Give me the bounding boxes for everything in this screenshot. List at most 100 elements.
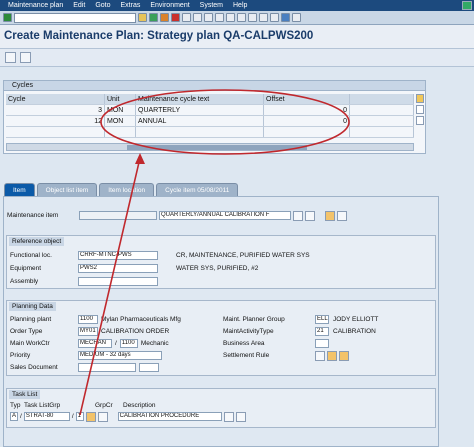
cancel-icon[interactable]: [171, 13, 180, 22]
save-icon[interactable]: [138, 13, 147, 22]
first-page-icon[interactable]: [215, 13, 224, 22]
overview-icon[interactable]: [5, 52, 16, 63]
shortcut-icon[interactable]: [270, 13, 279, 22]
exit-icon[interactable]: [160, 13, 169, 22]
cell-cycle[interactable]: 12: [6, 116, 105, 126]
next-page-icon[interactable]: [237, 13, 246, 22]
horizontal-scrollbar[interactable]: [6, 143, 414, 151]
menu-goto[interactable]: Goto: [91, 0, 114, 11]
planner-group-field[interactable]: ELL: [315, 315, 329, 324]
task-list-group-counter-field[interactable]: 1: [75, 412, 84, 421]
main-workcenter-description: Mechanic: [140, 340, 169, 347]
cell-offset[interactable]: 0: [264, 105, 350, 115]
menu-edit[interactable]: Edit: [69, 0, 89, 11]
maintenance-item-number-field[interactable]: [79, 211, 157, 220]
scrollbar-thumb[interactable]: [127, 145, 307, 150]
table-tools: [416, 94, 424, 140]
priority-dropdown[interactable]: MEDIUM - 32 days: [78, 351, 162, 360]
long-text-icon[interactable]: [293, 210, 303, 221]
tab-cycle-item[interactable]: Cycle item 05/08/2011: [156, 183, 239, 196]
cell-offset[interactable]: [264, 127, 350, 137]
equipment-field[interactable]: PWS2: [78, 264, 158, 273]
task-list-heading: Task List: [9, 390, 41, 399]
sales-document-field[interactable]: [78, 363, 136, 372]
scroll-down-icon[interactable]: [416, 116, 424, 125]
sales-document-item-field[interactable]: [139, 363, 159, 372]
activity-type-field[interactable]: 21: [315, 327, 329, 336]
sales-document-label: Sales Document: [10, 364, 58, 371]
table-row[interactable]: [6, 127, 414, 138]
functional-location-description: CR, MAINTENANCE, PURIFIED WATER SYS: [176, 252, 310, 259]
display-icon[interactable]: [305, 210, 315, 221]
functional-location-field[interactable]: CRRF-MTNC-PWS: [78, 251, 158, 260]
task-list-display-icon[interactable]: [97, 411, 108, 422]
copy-icon[interactable]: [325, 210, 335, 221]
menu-environment[interactable]: Environment: [146, 0, 193, 11]
task-list-edit-icon[interactable]: [223, 411, 234, 422]
cell-cycle[interactable]: 3: [6, 105, 105, 115]
priority-row: Priority MEDIUM - 32 days: [10, 350, 162, 361]
cell-offset[interactable]: 0: [264, 116, 350, 126]
details-icon[interactable]: [20, 52, 31, 63]
equipment-row: Equipment PWS2 WATER SYS, PURIFIED, #2: [10, 263, 258, 274]
new-session-icon[interactable]: [259, 13, 268, 22]
workcenter-separator: /: [115, 340, 117, 347]
menu-system[interactable]: System: [196, 0, 227, 11]
task-list-header-row: Typ Task ListGrp GrpCr Description: [10, 400, 156, 411]
cell-cycle-text[interactable]: ANNUAL: [136, 116, 264, 126]
print-icon[interactable]: [182, 13, 191, 22]
maintenance-item-text-field[interactable]: QUARTERLY/ANNUAL CALIBRATION F: [159, 211, 291, 220]
task-list-group-field[interactable]: STRAT-80: [23, 412, 70, 421]
cell-blank: [350, 116, 414, 126]
table-row[interactable]: 3 MON QUARTERLY 0: [6, 105, 414, 116]
column-header-unit[interactable]: Unit: [105, 94, 136, 104]
planning-plant-row: Planning plant 1100 Mylan Pharmaceutical…: [10, 314, 181, 325]
planning-plant-field[interactable]: 1100: [78, 315, 98, 324]
task-list-icon[interactable]: [337, 210, 347, 221]
tab-item[interactable]: Item: [4, 183, 35, 196]
menu-maintenance-plan[interactable]: Maintenance plan: [4, 0, 67, 11]
tab-item-location[interactable]: Item location: [99, 183, 155, 196]
task-list-create-icon[interactable]: [235, 411, 246, 422]
reference-object-heading: Reference object: [9, 237, 65, 246]
settlement-delete-icon[interactable]: [339, 350, 349, 361]
business-area-field[interactable]: [315, 339, 329, 348]
business-area-row: Business Area: [223, 338, 329, 349]
assembly-field[interactable]: [78, 277, 158, 286]
table-settings-icon[interactable]: [416, 94, 424, 103]
column-header-cycle[interactable]: Cycle: [6, 94, 105, 104]
tab-object-list-item[interactable]: Object list item: [36, 183, 98, 196]
settlement-rule-icon[interactable]: [315, 350, 325, 361]
main-workcenter-field[interactable]: MECHAN: [78, 339, 112, 348]
column-header-offset[interactable]: Offset: [264, 94, 350, 104]
cell-unit[interactable]: [105, 127, 136, 137]
menu-extras[interactable]: Extras: [117, 0, 145, 11]
table-header-row: Cycle Unit Maintenance cycle text Offset: [6, 94, 414, 105]
cell-cycle-text[interactable]: [136, 127, 264, 137]
column-header-cycle-text[interactable]: Maintenance cycle text: [136, 94, 264, 104]
settlement-edit-icon[interactable]: [327, 350, 337, 361]
task-list-select-icon[interactable]: [85, 411, 96, 422]
order-type-field[interactable]: MY01: [78, 327, 98, 336]
menu-help[interactable]: Help: [229, 0, 251, 11]
scroll-up-icon[interactable]: [416, 105, 424, 114]
task-list-description-field[interactable]: CALIBRATION PROCEDURE: [117, 412, 222, 421]
help-icon[interactable]: [281, 13, 290, 22]
cell-cycle[interactable]: [6, 127, 105, 137]
cell-unit[interactable]: MON: [105, 116, 136, 126]
layout-icon[interactable]: [292, 13, 301, 22]
find-next-icon[interactable]: [204, 13, 213, 22]
back-icon[interactable]: [149, 13, 158, 22]
cell-unit[interactable]: MON: [105, 105, 136, 115]
command-field[interactable]: [14, 12, 136, 23]
last-page-icon[interactable]: [248, 13, 257, 22]
cell-cycle-text[interactable]: QUARTERLY: [136, 105, 264, 115]
previous-page-icon[interactable]: [226, 13, 235, 22]
table-row[interactable]: 12 MON ANNUAL 0: [6, 116, 414, 127]
enter-icon[interactable]: [3, 13, 12, 22]
sales-document-row: Sales Document: [10, 362, 159, 373]
task-list-type-field[interactable]: A: [10, 412, 18, 421]
find-icon[interactable]: [193, 13, 202, 22]
workcenter-plant-field[interactable]: 1100: [119, 339, 138, 348]
cycles-table: Cycle Unit Maintenance cycle text Offset…: [6, 94, 414, 138]
